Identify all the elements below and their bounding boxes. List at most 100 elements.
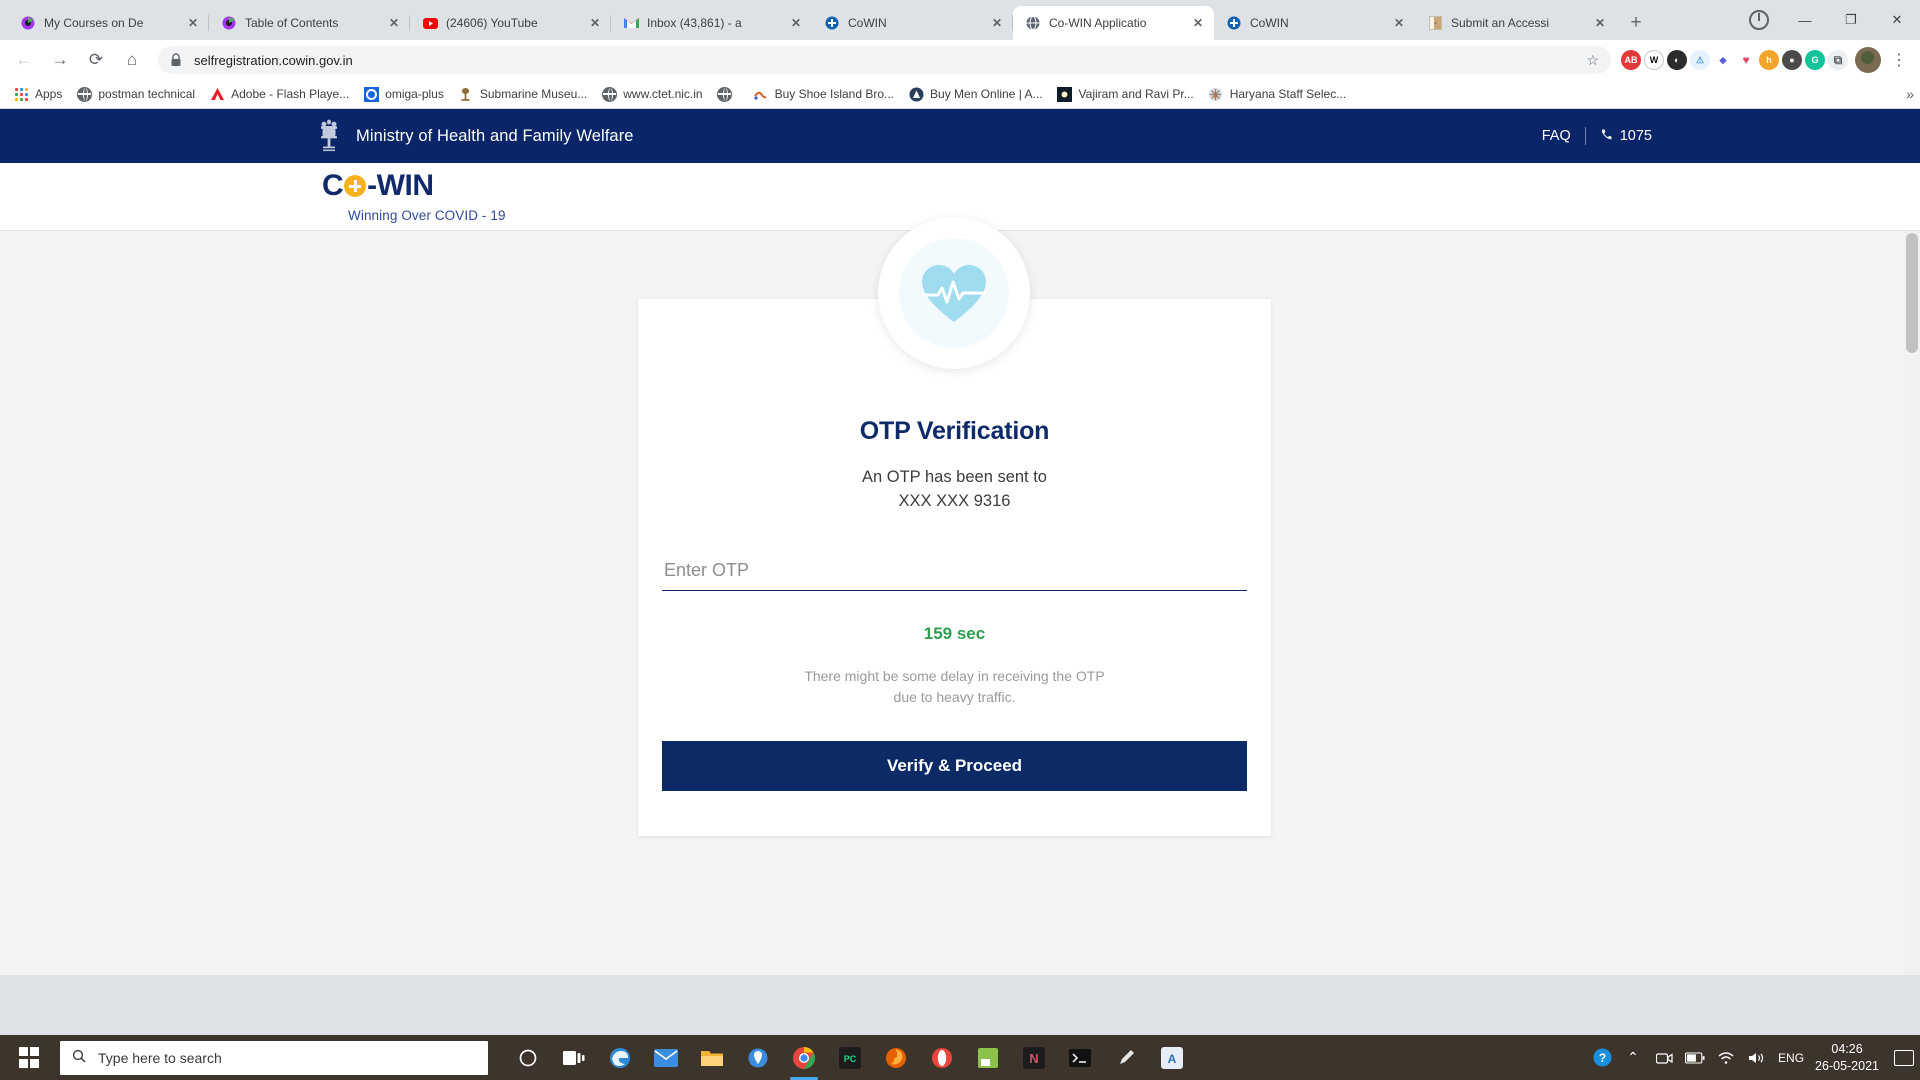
camera-icon[interactable] — [1654, 1048, 1674, 1068]
chrome-icon[interactable] — [784, 1038, 824, 1080]
notion-icon[interactable]: N — [1014, 1038, 1054, 1078]
help-icon[interactable]: ? — [1592, 1048, 1612, 1068]
bookmark-item[interactable]: postman technical — [69, 83, 202, 105]
forward-button[interactable]: → — [44, 44, 76, 76]
adblock-extension-icon[interactable]: AB — [1621, 50, 1641, 70]
page-scrollbar[interactable] — [1904, 231, 1920, 975]
bookmark-item[interactable]: Haryana Staff Selec... — [1201, 83, 1354, 105]
tab-close-button[interactable]: ✕ — [1391, 15, 1407, 31]
kebab-menu-icon[interactable]: ⋮ — [1886, 47, 1912, 73]
wallet-extension-icon[interactable]: W — [1644, 50, 1664, 70]
svg-text:?: ? — [1598, 1051, 1605, 1065]
tab-title: Co-WIN Applicatio — [1049, 16, 1147, 30]
profile-avatar[interactable] — [1855, 47, 1881, 73]
otp-sent-line-1: An OTP has been sent to — [862, 468, 1047, 486]
editor-icon[interactable] — [968, 1038, 1008, 1078]
search-placeholder: Type here to search — [98, 1049, 222, 1066]
opera-icon[interactable] — [922, 1038, 962, 1078]
search-input[interactable]: Type here to search — [60, 1040, 488, 1075]
reload-button[interactable]: ⟳ — [80, 44, 112, 76]
edge-icon[interactable] — [600, 1038, 640, 1078]
file-explorer-icon[interactable] — [692, 1038, 732, 1078]
task-view-icon[interactable] — [554, 1038, 594, 1078]
extensions-badge-icon[interactable] — [1736, 0, 1782, 40]
app-icon[interactable]: A — [1152, 1038, 1192, 1078]
language-indicator[interactable]: ENG — [1778, 1051, 1804, 1065]
helpline-number: 1075 — [1619, 128, 1652, 144]
droplet-extension-icon[interactable]: ● — [1782, 50, 1802, 70]
browser-tab[interactable]: (24606) YouTube ✕ — [410, 6, 611, 40]
star-icon[interactable]: ☆ — [1586, 52, 1599, 69]
bookmark-item[interactable]: Vajiram and Ravi Pr... — [1050, 83, 1201, 105]
globe-icon — [76, 86, 92, 102]
back-button[interactable]: ← — [8, 44, 40, 76]
notification-icon[interactable] — [1894, 1049, 1914, 1066]
volume-icon[interactable] — [1747, 1048, 1767, 1068]
firefox-icon[interactable] — [876, 1038, 916, 1078]
browser-tab[interactable]: My Courses on De ✕ — [8, 6, 209, 40]
heart-extension-icon[interactable]: ♥ — [1736, 50, 1756, 70]
bookmark-item[interactable]: Adobe - Flash Playe... — [202, 83, 356, 105]
udemy-icon — [221, 15, 237, 31]
tab-close-button[interactable]: ✕ — [1190, 15, 1206, 31]
browser-tab[interactable]: Submit an Accessi ✕ — [1415, 6, 1616, 40]
browser-tab[interactable]: CoWIN ✕ — [1214, 6, 1415, 40]
taskbar-apps: PC N A — [508, 1038, 1192, 1080]
adobe-icon — [209, 86, 225, 102]
tab-close-button[interactable]: ✕ — [989, 15, 1005, 31]
puzzle-extension-icon[interactable]: ⧉ — [1828, 50, 1848, 70]
phone-icon — [1600, 128, 1613, 145]
mail-icon[interactable] — [646, 1038, 686, 1078]
svg-text:N: N — [1029, 1051, 1038, 1066]
cowin-logo[interactable]: C -WIN Winning Over COVID - 19 — [322, 171, 506, 224]
bookmarks-overflow-button[interactable]: » — [1906, 86, 1914, 102]
tab-close-button[interactable]: ✕ — [587, 15, 603, 31]
bookmark-label: Buy Shoe Island Bro... — [774, 87, 895, 101]
diamond-extension-icon[interactable]: ◆ — [1713, 50, 1733, 70]
helpline-block[interactable]: 1075 — [1600, 128, 1652, 145]
browser-tab[interactable]: CoWIN ✕ — [812, 6, 1013, 40]
tab-close-button[interactable]: ✕ — [185, 15, 201, 31]
faq-link[interactable]: FAQ — [1542, 128, 1571, 144]
bookmark-item[interactable]: omiga-plus — [356, 83, 451, 105]
snip-tool-icon[interactable] — [1106, 1038, 1146, 1078]
scrollbar-thumb[interactable] — [1906, 233, 1918, 353]
bookmark-item[interactable] — [710, 83, 746, 105]
wifi-icon[interactable] — [1716, 1048, 1736, 1068]
terminal-icon[interactable] — [1060, 1038, 1100, 1078]
chevron-up-icon[interactable]: ⌃ — [1623, 1048, 1643, 1068]
windows-start-icon[interactable] — [0, 1035, 58, 1080]
bookmark-apps[interactable]: Apps — [6, 83, 69, 105]
tab-close-button[interactable]: ✕ — [386, 15, 402, 31]
maximize-button[interactable]: ❐ — [1828, 0, 1874, 40]
bookmark-item[interactable]: Buy Men Online | A... — [901, 83, 1050, 105]
home-button[interactable]: ⌂ — [116, 44, 148, 76]
clock[interactable]: 04:26 26-05-2021 — [1815, 1041, 1879, 1075]
maps-icon[interactable] — [738, 1038, 778, 1078]
honey-extension-icon[interactable]: h — [1759, 50, 1779, 70]
cortana-icon[interactable] — [508, 1038, 548, 1078]
verify-and-proceed-button[interactable]: Verify & Proceed — [662, 740, 1247, 791]
bookmark-item[interactable]: Buy Shoe Island Bro... — [746, 83, 901, 105]
bookmark-label: Submarine Museu... — [479, 87, 588, 101]
address-bar[interactable]: selfregistration.cowin.gov.in ☆ — [158, 46, 1611, 74]
tab-close-button[interactable]: ✕ — [788, 15, 804, 31]
pycharm-icon[interactable]: PC — [830, 1038, 870, 1078]
warning-extension-icon[interactable]: ⚠ — [1690, 50, 1710, 70]
bookmark-item[interactable]: www.ctet.nic.in — [594, 83, 709, 105]
bookmark-item[interactable]: Submarine Museu... — [451, 83, 594, 105]
otp-input[interactable] — [662, 553, 1247, 591]
close-window-button[interactable]: ✕ — [1874, 0, 1920, 40]
otp-sent-message: An OTP has been sent to XXX XXX 9316 — [638, 466, 1271, 514]
dark-mode-extension-icon[interactable]: ◐ — [1667, 50, 1687, 70]
grammarly-extension-icon[interactable]: G — [1805, 50, 1825, 70]
minimize-button[interactable]: — — [1782, 0, 1828, 40]
new-tab-button[interactable]: + — [1622, 9, 1650, 37]
battery-icon[interactable] — [1685, 1048, 1705, 1068]
browser-tab[interactable]: Table of Contents ✕ — [209, 6, 410, 40]
tab-close-button[interactable]: ✕ — [1592, 15, 1608, 31]
gmail-icon — [623, 15, 639, 31]
browser-tab[interactable]: Inbox (43,861) - a ✕ — [611, 6, 812, 40]
browser-tab-active[interactable]: Co-WIN Applicatio ✕ — [1013, 6, 1214, 40]
page-content: Ministry of Health and Family Welfare FA… — [0, 109, 1920, 975]
